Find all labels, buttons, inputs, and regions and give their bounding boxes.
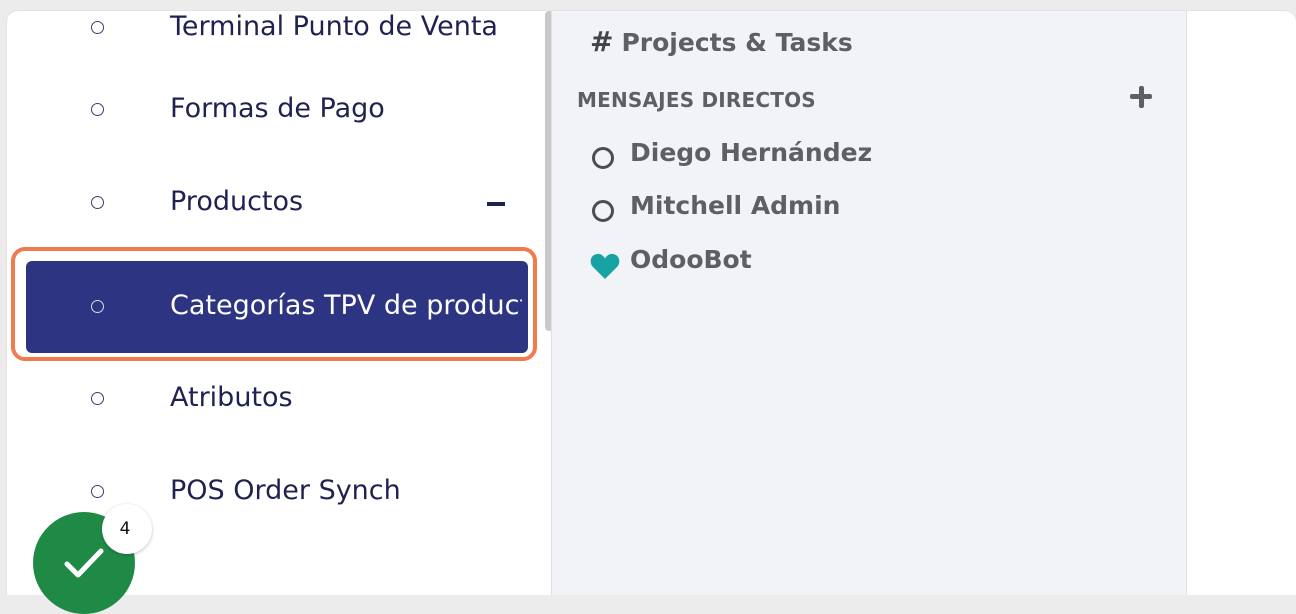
channel-label: Projects & Tasks <box>621 28 853 57</box>
bullet-icon <box>91 300 104 313</box>
plus-icon[interactable] <box>1128 84 1154 110</box>
bullet-icon <box>91 485 104 498</box>
menu-item-label: Categorías TPV de productos <box>170 290 522 321</box>
menu-item-productos[interactable]: Productos <box>7 178 547 228</box>
menu-item-formas-de-pago[interactable]: Formas de Pago <box>7 85 547 135</box>
menu-item-categorias-tpv[interactable]: Categorías TPV de productos <box>7 282 547 332</box>
menu-item-label: Productos <box>170 186 304 217</box>
contact-name: OdooBot <box>630 245 752 274</box>
onboarding-count-badge: 4 <box>102 504 152 554</box>
bullet-icon <box>91 196 104 209</box>
app-menu: Terminal Punto de Venta Formas de Pago P… <box>7 11 547 595</box>
bullet-icon <box>91 392 104 405</box>
direct-messages-title: MENSAJES DIRECTOS <box>577 88 816 112</box>
menu-item-label: Formas de Pago <box>170 93 385 124</box>
checkmark-icon <box>64 548 104 578</box>
menu-item-label: Terminal Punto de Venta <box>170 11 498 42</box>
menu-item-pos-order-synch[interactable]: POS Order Synch <box>7 467 547 517</box>
app-window: Terminal Punto de Venta Formas de Pago P… <box>6 10 1296 595</box>
menu-item-label: Atributos <box>170 382 293 413</box>
bullet-icon <box>91 21 104 34</box>
menu-item-atributos[interactable]: Atributos <box>7 374 547 424</box>
offline-status-icon <box>592 200 614 222</box>
contact-name: Mitchell Admin <box>630 191 841 220</box>
hash-icon: # <box>590 25 614 58</box>
heart-icon <box>590 253 620 279</box>
minus-icon[interactable] <box>487 202 505 206</box>
discuss-panel: # Projects & Tasks MENSAJES DIRECTOS Dieg… <box>551 11 1187 595</box>
channel-projects-tasks[interactable]: # Projects & Tasks <box>590 25 853 58</box>
menu-item-label: POS Order Synch <box>170 475 401 506</box>
contact-name: Diego Hernández <box>630 138 873 167</box>
offline-status-icon <box>592 147 614 169</box>
menu-item-terminal-punto-de-venta[interactable]: Terminal Punto de Venta <box>7 11 547 53</box>
bullet-icon <box>91 103 104 116</box>
